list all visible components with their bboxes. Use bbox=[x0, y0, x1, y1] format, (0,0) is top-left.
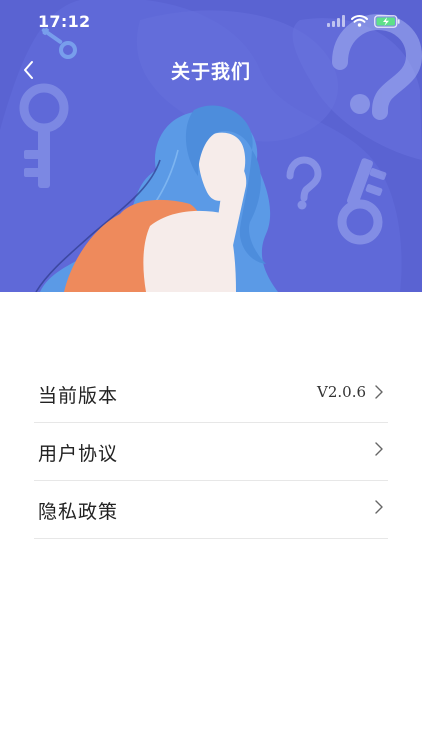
version-value: V2.0.6 bbox=[317, 383, 366, 401]
menu-item-version[interactable]: 当前版本 V2.0.6 bbox=[34, 365, 388, 423]
status-time: 17:12 bbox=[38, 12, 91, 31]
status-icons bbox=[327, 12, 400, 30]
settings-menu: 当前版本 V2.0.6 用户协议 隐私政策 bbox=[34, 365, 388, 539]
menu-item-right bbox=[374, 441, 384, 457]
menu-item-label: 用户协议 bbox=[38, 443, 119, 465]
signal-icon bbox=[327, 15, 345, 27]
status-bar: 17:12 bbox=[0, 0, 422, 44]
wifi-icon bbox=[351, 15, 368, 27]
menu-item-user-agreement[interactable]: 用户协议 bbox=[34, 423, 388, 481]
menu-item-right: V2.0.6 bbox=[317, 383, 384, 401]
chevron-right-icon bbox=[375, 442, 383, 456]
hero-banner: 17:12 关于我们 bbox=[0, 0, 422, 292]
chevron-right-icon bbox=[375, 500, 383, 514]
menu-item-label: 当前版本 bbox=[38, 385, 119, 407]
nav-bar: 关于我们 bbox=[0, 50, 422, 90]
menu-item-label: 隐私政策 bbox=[38, 501, 119, 523]
chevron-right-icon bbox=[375, 385, 383, 399]
menu-item-privacy-policy[interactable]: 隐私政策 bbox=[34, 481, 388, 539]
page-title: 关于我们 bbox=[170, 61, 251, 83]
battery-charging-icon bbox=[374, 14, 400, 28]
menu-item-right bbox=[374, 499, 384, 515]
